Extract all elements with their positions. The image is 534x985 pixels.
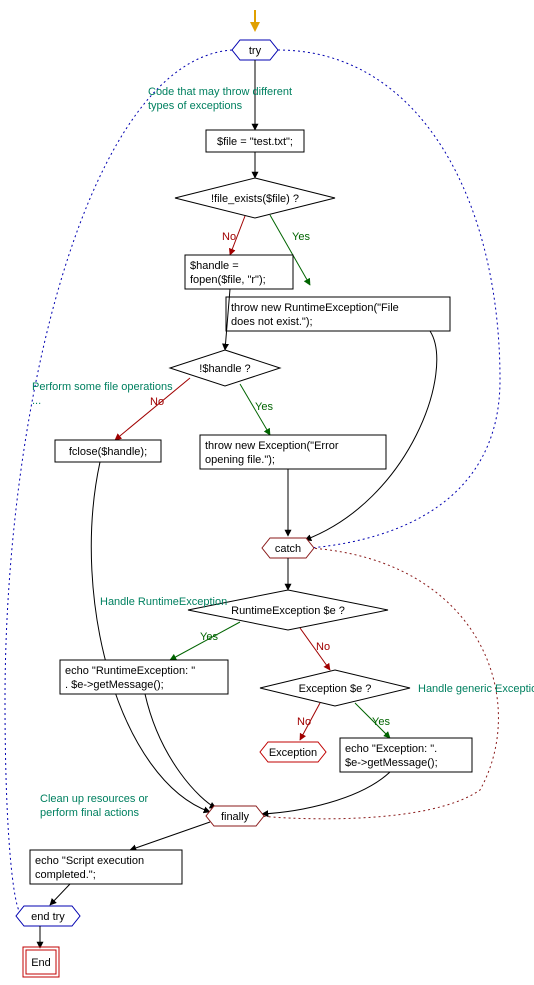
throw-ex-l1: throw new Exception("Error <box>205 440 339 452</box>
edge-finally-echodone <box>130 822 210 850</box>
echo-done-l2: completed."; <box>35 869 96 881</box>
comment-handle-ex: Handle generic Exception <box>418 683 534 695</box>
comment-fileops-l1: Perform some file operations <box>32 381 173 393</box>
throw-rt-l2: does not exist."); <box>231 316 313 328</box>
edge-handle-yes-label: Yes <box>255 401 273 413</box>
echo-rt-node: echo "RuntimeException: " . $e->getMessa… <box>60 660 228 694</box>
fclose-label: fclose($handle); <box>69 446 147 458</box>
throw-ex-l2: opening file."); <box>205 454 275 466</box>
comment-cleanup-l1: Clean up resources or <box>40 793 149 805</box>
comment-code-may-throw-l2: types of exceptions <box>148 100 243 112</box>
end-node: End <box>23 947 59 977</box>
end-try-node: end try <box>16 906 80 926</box>
comment-cleanup-l2: perform final actions <box>40 807 140 819</box>
edge-try-endtry-dotted <box>5 50 232 912</box>
edge-handle-no-label: No <box>150 396 164 408</box>
ex-q-label: Exception $e ? <box>299 683 372 695</box>
finally-label: finally <box>221 811 250 823</box>
edge-rtq-yes-label: Yes <box>200 631 218 643</box>
fclose-node: fclose($handle); <box>55 440 161 462</box>
finally-node: finally <box>206 806 264 826</box>
edge-exq-yes-label: Yes <box>372 716 390 728</box>
edge-rtq-no-label: No <box>316 641 330 653</box>
end-label: End <box>31 957 51 969</box>
handle-q-label: !$handle ? <box>199 363 250 375</box>
echo-ex-l1: echo "Exception: ". <box>345 743 437 755</box>
echo-rt-l1: echo "RuntimeException: " <box>65 665 195 677</box>
file-assign-label: $file = "test.txt"; <box>217 136 293 148</box>
start-icon <box>250 10 260 32</box>
edge-fclose-finally <box>91 462 210 812</box>
exception-terminal-label: Exception <box>269 747 317 759</box>
fopen-l1: $handle = <box>190 260 239 272</box>
catch-node: catch <box>262 538 314 558</box>
edge-echoex-finally <box>262 772 390 814</box>
echo-ex-l2: $e->getMessage(); <box>345 757 438 769</box>
throw-exception-node: throw new Exception("Error opening file.… <box>200 435 386 469</box>
echo-done-node: echo "Script execution completed."; <box>30 850 182 884</box>
file-assign-node: $file = "test.txt"; <box>206 130 304 152</box>
end-try-label: end try <box>31 911 65 923</box>
echo-ex-node: echo "Exception: ". $e->getMessage(); <box>340 738 472 772</box>
edge-exq-no-label: No <box>297 716 311 728</box>
try-label: try <box>249 45 262 57</box>
edge-fileexists-yes-label: Yes <box>292 231 310 243</box>
throw-rt-l1: throw new RuntimeException("File <box>231 302 399 314</box>
file-exists-decision: !file_exists($file) ? <box>175 178 335 218</box>
echo-rt-l2: . $e->getMessage(); <box>65 679 164 691</box>
file-exists-label: !file_exists($file) ? <box>211 193 299 205</box>
fopen-node: $handle = fopen($file, "r"); <box>185 255 293 289</box>
rt-q-label: RuntimeException $e ? <box>231 605 345 617</box>
exception-terminal-node: Exception <box>260 742 326 762</box>
echo-done-l1: echo "Script execution <box>35 855 144 867</box>
edge-echodone-endtry <box>50 884 70 905</box>
flowchart-diagram: try Code that may throw different types … <box>0 0 534 985</box>
comment-code-may-throw-l1: Code that may throw different <box>148 86 292 98</box>
throw-runtime-node: throw new RuntimeException("File does no… <box>226 297 450 331</box>
comment-handle-rt: Handle RuntimeException <box>100 596 227 608</box>
edge-fileexists-no-label: No <box>222 231 236 243</box>
catch-label: catch <box>275 543 301 555</box>
fopen-l2: fopen($file, "r"); <box>190 274 266 286</box>
comment-fileops-l2: ... <box>32 395 41 407</box>
try-node: try <box>232 40 278 60</box>
edge-echort-finally <box>145 694 216 808</box>
exception-decision: Exception $e ? <box>260 670 410 706</box>
